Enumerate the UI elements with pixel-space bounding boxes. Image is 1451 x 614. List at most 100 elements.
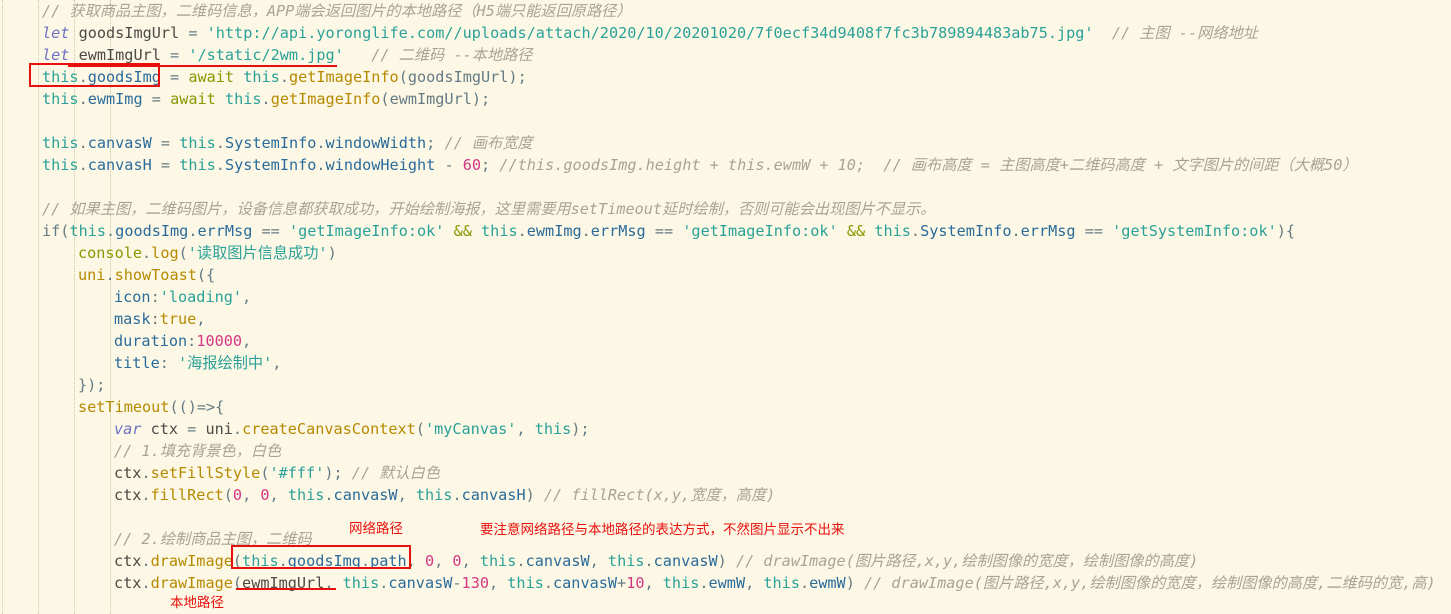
code-token: : bbox=[187, 332, 197, 350]
code-token: . bbox=[106, 222, 116, 240]
code-token: , bbox=[196, 310, 206, 328]
code-token: && bbox=[846, 222, 866, 240]
code-line[interactable]: // 1.填充背景色，白色 bbox=[0, 440, 1451, 462]
code-token: 'getSystemInfo:ok' bbox=[1112, 222, 1277, 240]
code-token: ) bbox=[845, 574, 864, 592]
code-token: . bbox=[316, 134, 326, 152]
code-line[interactable]: ctx.fillRect(0, 0, this.canvasW, this.ca… bbox=[0, 484, 1451, 506]
code-token: , bbox=[242, 486, 261, 504]
code-token: ({ bbox=[196, 266, 216, 284]
code-token: . bbox=[78, 156, 88, 174]
code-token: . bbox=[516, 552, 526, 570]
code-line[interactable]: duration:10000, bbox=[0, 330, 1451, 352]
code-line[interactable]: setTimeout(()=>{ bbox=[0, 396, 1451, 418]
code-token: , bbox=[269, 486, 288, 504]
code-token: // 2.绘制商品主图，二维码 bbox=[114, 530, 312, 548]
code-token: . bbox=[215, 134, 225, 152]
code-line[interactable]: // 如果主图，二维码图片，设备信息都获取成功，开始绘制海报，这里需要用setT… bbox=[0, 198, 1451, 220]
code-token: 0 bbox=[260, 486, 270, 504]
code-token: = bbox=[160, 156, 171, 174]
code-token: ); bbox=[571, 420, 590, 438]
code-token: == bbox=[654, 222, 674, 240]
code-token: this bbox=[607, 552, 645, 570]
code-line[interactable]: }); bbox=[0, 374, 1451, 396]
code-line[interactable]: ctx.setFillStyle('#fff'); // 默认白色 bbox=[0, 462, 1451, 484]
code-token: . bbox=[1011, 222, 1021, 240]
code-token: , bbox=[242, 332, 252, 350]
code-token: = bbox=[187, 420, 197, 438]
code-token: // 画布高度 = 主图高度+二维码高度 + 文字图片的间距（大概50） bbox=[883, 156, 1358, 174]
code-token: . bbox=[910, 222, 921, 240]
code-line[interactable]: this.canvasH = this.SystemInfo.windowHei… bbox=[0, 154, 1451, 176]
code-token: . bbox=[379, 574, 389, 592]
code-token: . bbox=[105, 266, 115, 284]
code-token: , bbox=[406, 552, 425, 570]
code-token: . bbox=[316, 156, 326, 174]
code-token: . bbox=[141, 464, 151, 482]
code-token: . bbox=[232, 420, 243, 438]
code-line[interactable]: ctx.drawImage(this.goodsImg.path, 0, 0, … bbox=[0, 550, 1451, 572]
code-token: this bbox=[69, 222, 107, 240]
code-token: getImageInfo bbox=[288, 68, 399, 86]
code-token: ewmW bbox=[708, 574, 746, 592]
code-token: showToast bbox=[114, 266, 197, 284]
code-token: this bbox=[42, 90, 79, 108]
code-content[interactable]: // 获取商品主图，二维码信息，APP端会返回图片的本地路径（H5端只能返回原路… bbox=[0, 0, 1451, 594]
code-line[interactable]: this.goodsImg = await this.getImageInfo(… bbox=[0, 66, 1451, 88]
code-token: 0 bbox=[232, 486, 243, 504]
code-token: : bbox=[150, 310, 160, 328]
code-line[interactable]: this.canvasW = this.SystemInfo.windowWid… bbox=[0, 132, 1451, 154]
code-token: ){ bbox=[1276, 222, 1296, 240]
code-token: this bbox=[242, 552, 279, 570]
code-token: '读取图片信息成功' bbox=[187, 244, 328, 262]
code-token: let bbox=[42, 46, 70, 64]
code-line[interactable]: title: '海报绘制中', bbox=[0, 352, 1451, 374]
code-line[interactable]: console.log('读取图片信息成功') bbox=[0, 242, 1451, 264]
code-line[interactable]: ctx.drawImage(ewmImgUrl, this.canvasW-13… bbox=[0, 572, 1451, 594]
code-token: ewmW bbox=[809, 574, 846, 592]
code-token: , bbox=[272, 354, 282, 372]
code-token: (goodsImgUrl); bbox=[398, 68, 527, 86]
code-token: this bbox=[481, 222, 518, 240]
code-token: getImageInfo bbox=[270, 90, 381, 108]
code-token: . bbox=[517, 222, 527, 240]
code-line[interactable]: this.ewmImg = await this.getImageInfo(ew… bbox=[0, 88, 1451, 110]
code-line[interactable]: icon:'loading', bbox=[0, 286, 1451, 308]
code-token: - bbox=[452, 574, 462, 592]
code-token: ctx bbox=[141, 420, 188, 438]
code-line[interactable] bbox=[0, 110, 1451, 132]
code-token: ewmImgUrl bbox=[69, 46, 171, 64]
code-line[interactable]: mask:true, bbox=[0, 308, 1451, 330]
code-token: ctx bbox=[114, 486, 142, 504]
code-line[interactable]: let goodsImgUrl = 'http://api.yoronglife… bbox=[0, 22, 1451, 44]
code-line[interactable]: uni.showToast({ bbox=[0, 264, 1451, 286]
code-token: if( bbox=[42, 222, 70, 240]
code-token: 60 bbox=[462, 156, 482, 174]
code-token: uni bbox=[205, 420, 233, 438]
code-editor-pane[interactable]: // 获取商品主图，二维码信息，APP端会返回图片的本地路径（H5端只能返回原路… bbox=[0, 0, 1451, 614]
code-token: '海报绘制中' bbox=[178, 354, 273, 372]
code-line[interactable]: let ewmImgUrl = '/static/2wm.jpg' // 二维码… bbox=[0, 44, 1451, 66]
code-token: this bbox=[42, 134, 79, 152]
code-token: this bbox=[415, 486, 453, 504]
code-token: '/static/2wm.jpg' bbox=[188, 46, 344, 64]
code-token: . bbox=[799, 574, 810, 592]
code-line[interactable]: // 获取商品主图，二维码信息，APP端会返回图片的本地路径（H5端只能返回原路… bbox=[0, 0, 1451, 22]
code-line[interactable] bbox=[0, 176, 1451, 198]
code-token: 0 bbox=[452, 552, 462, 570]
code-token: ; bbox=[426, 134, 445, 152]
code-token: canvasW bbox=[87, 134, 152, 152]
code-line[interactable]: var ctx = uni.createCanvasContext('myCan… bbox=[0, 418, 1451, 440]
code-token: canvasW bbox=[525, 552, 590, 570]
code-line[interactable]: if(this.goodsImg.errMsg == 'getImageInfo… bbox=[0, 220, 1451, 242]
code-token: = bbox=[170, 68, 180, 86]
